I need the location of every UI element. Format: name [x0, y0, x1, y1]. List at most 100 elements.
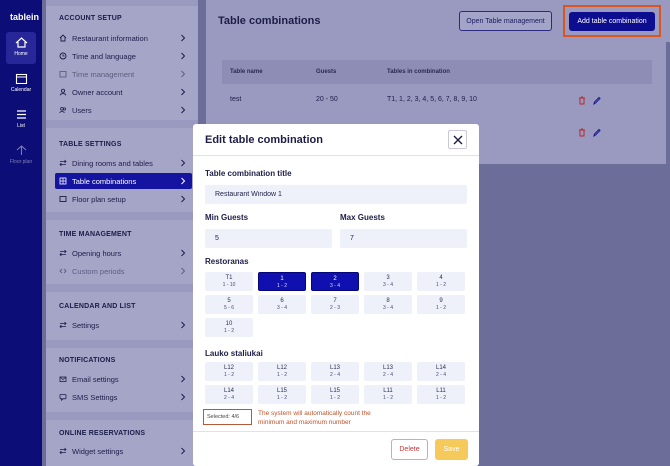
sidebar-item-email-settings[interactable]: Email settings — [55, 371, 192, 387]
sidebar-item-label: Time and language — [72, 51, 136, 61]
sidebar-item-label: Time management — [72, 69, 135, 79]
table-tile[interactable]: 23 - 4 — [311, 272, 359, 291]
table-tile[interactable]: L13 2 - 4 — [364, 362, 412, 381]
rail-label-calendar: Calendar — [10, 87, 32, 93]
table-tile[interactable]: 33 - 4 — [364, 272, 412, 291]
table-tile[interactable]: 10 1 - 2 — [205, 318, 253, 337]
sidebar-item-label: Settings — [72, 320, 100, 330]
close-button[interactable] — [448, 130, 467, 149]
table-tile-name: L14 — [223, 388, 234, 394]
chevron-right-icon — [181, 393, 186, 401]
table-tile-name: 6 — [280, 298, 284, 304]
table-tile[interactable]: L13 2 - 4 — [311, 362, 359, 381]
sidebar-item-table-combinations[interactable]: Table combinations — [55, 173, 192, 189]
table-tile-guest-range: 1 - 2 — [329, 395, 340, 401]
chevron-right-icon — [181, 195, 186, 203]
trash-icon[interactable] — [578, 96, 586, 105]
table-tile-guest-range: 3 - 4 — [382, 305, 393, 311]
table-tile[interactable]: L15 1 - 2 — [258, 385, 306, 404]
sidebar-item-label: Table combinations — [72, 176, 137, 186]
user-icon — [59, 88, 67, 96]
section-title: TIME MANAGEMENT — [59, 231, 132, 238]
table-tile-name: T1 — [225, 275, 233, 281]
section-title: ONLINE RESERVATIONS — [59, 430, 146, 437]
max-guests-label: Max Guests — [340, 213, 385, 222]
settings-sidebar: ACCOUNT SETUP Restaurant information Tim… — [46, 0, 198, 466]
table-tile[interactable]: 55 - 6 — [205, 295, 253, 314]
list-icon — [16, 110, 26, 119]
table-tile[interactable]: L14 2 - 4 — [417, 362, 465, 381]
swap-icon — [59, 159, 67, 167]
table-tile[interactable]: 91 - 2 — [417, 295, 465, 314]
section-title: NOTIFICATIONS — [59, 357, 116, 364]
min-guests-input[interactable] — [205, 229, 332, 248]
table-tile-guest-range: 1 - 10 — [222, 282, 236, 288]
sidebar-item-restaurant-information[interactable]: Restaurant information — [55, 30, 192, 46]
max-guests-input[interactable] — [340, 229, 467, 248]
table-tile[interactable]: L12 1 - 2 — [205, 362, 253, 381]
swap-icon — [59, 447, 67, 455]
cell-name: test — [230, 96, 242, 103]
close-icon — [453, 135, 463, 145]
section-name-lauko-staliukai: Lauko staliukai — [205, 349, 263, 358]
add-table-combination-button[interactable]: Add table combination — [569, 12, 655, 31]
table-tile[interactable]: L11 1 - 2 — [364, 385, 412, 404]
rail-item-calendar[interactable]: Calendar — [6, 68, 36, 100]
table-tile-name: L11 — [383, 388, 393, 394]
users-icon — [59, 106, 67, 114]
trash-icon[interactable] — [578, 128, 586, 137]
sidebar-item-custom-periods[interactable]: Custom periods — [55, 263, 192, 279]
page-title: Table combinations — [218, 15, 321, 27]
table-tile[interactable]: 72 - 3 — [311, 295, 359, 314]
edit-icon[interactable] — [593, 96, 601, 105]
sidebar-item-widget-settings[interactable]: Widget settings — [55, 443, 192, 459]
save-button[interactable]: Save — [435, 439, 468, 460]
rail-item-list[interactable]: List — [6, 104, 36, 136]
sidebar-item-time-management[interactable]: Time management — [55, 66, 192, 82]
table-tile[interactable]: L14 2 - 4 — [205, 385, 253, 404]
sidebar-item-sms-settings[interactable]: SMS Settings — [55, 389, 192, 405]
floor-icon — [59, 196, 67, 202]
sidebar-item-owner-account[interactable]: Owner account — [55, 84, 192, 100]
sidebar-item-time-and-language[interactable]: Time and language — [55, 48, 192, 64]
table-tile-guest-range: 1 - 2 — [435, 282, 446, 288]
table-tile[interactable]: 41 - 2 — [417, 272, 465, 291]
modal-title: Edit table combination — [205, 134, 323, 146]
sidebar-item-floor-plan-setup[interactable]: Floor plan setup — [55, 191, 192, 207]
sidebar-item-label: Widget settings — [72, 446, 124, 456]
table-tile[interactable]: 11 - 2 — [258, 272, 306, 291]
rail-label-floor-plan: Floor plan — [9, 159, 33, 165]
sidebar-item-opening-hours[interactable]: Opening hours — [55, 245, 192, 261]
table-tile-guest-range: 1 - 2 — [276, 395, 287, 401]
combination-title-input[interactable] — [205, 185, 467, 204]
table-row[interactable]: test 20 - 50 T1, 1, 2, 3, 4, 5, 6, 7, 8,… — [222, 90, 652, 110]
chevron-right-icon — [181, 159, 186, 167]
sidebar-item-label: Opening hours — [72, 248, 122, 258]
delete-button[interactable]: Delete — [391, 439, 428, 460]
table-tile[interactable]: 83 - 4 — [364, 295, 412, 314]
rail-item-floor-plan[interactable]: Floor plan — [6, 140, 36, 172]
table-tile[interactable]: L11 1 - 2 — [417, 385, 465, 404]
edit-icon[interactable] — [593, 128, 601, 137]
sidebar-item-dining-rooms[interactable]: Dining rooms and tables — [55, 155, 192, 171]
section-account-setup: ACCOUNT SETUP Restaurant information Tim… — [46, 6, 198, 120]
table-tile-name: 3 — [386, 275, 390, 281]
app-logo: tablein — [10, 12, 40, 22]
table-tile-name: 2 — [333, 276, 337, 282]
sidebar-item-settings[interactable]: Settings — [55, 317, 192, 333]
table-tile[interactable]: L15 1 - 2 — [311, 385, 359, 404]
sidebar-item-label: SMS Settings — [72, 392, 118, 402]
rail-item-home[interactable]: Home — [6, 32, 36, 64]
rail-label-list: List — [17, 123, 25, 129]
table-tile-guest-range: 1 - 2 — [276, 372, 287, 378]
column-header: Guests — [316, 69, 337, 75]
table-tile[interactable]: T1 1 - 10 — [205, 272, 253, 291]
table-tile[interactable]: 63 - 4 — [258, 295, 306, 314]
sidebar-item-users[interactable]: Users — [55, 102, 192, 118]
chevron-right-icon — [181, 70, 186, 78]
annotation-note: The system will automatically count the … — [258, 410, 371, 426]
table-tile-guest-range: 1 - 2 — [435, 395, 446, 401]
table-tile[interactable]: L12 1 - 2 — [258, 362, 306, 381]
sidebar-item-label: Email settings — [72, 374, 119, 384]
open-table-management-button[interactable]: Open Table management — [459, 11, 552, 31]
